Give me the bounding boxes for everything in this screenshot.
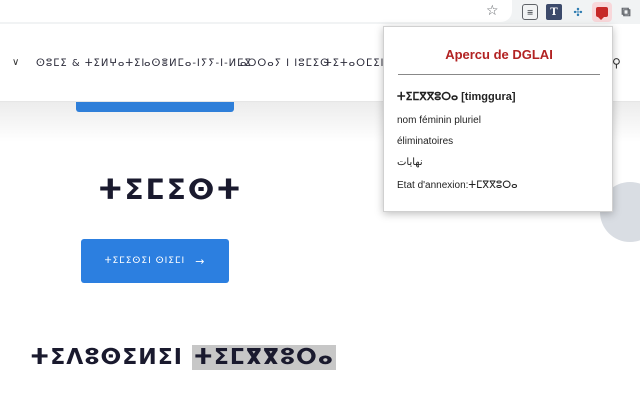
popup-divider [398,74,600,75]
nav-item-2[interactable]: ⴰⵙⴻⵍⵎⴰ-ⵏⵢⵢ-ⵏ-ⵍⵎⵉ [144,58,252,69]
popup-title: Apercu de DGLAI [445,47,553,62]
arrow-right-icon: → [195,254,206,268]
entry-title-prefix: ⵜⵉⴷⵓⵙⵉⵍⵉⵏ [30,345,183,370]
puzzle-icon[interactable]: ⧉ [618,4,634,20]
network-icon[interactable]: ✣ [570,4,586,20]
popup-gloss-ar: نهايات [397,157,423,168]
cta-button[interactable]: ⵜⵉⵎⵉⵙⵉⵏ ⵙⵏⵉⵎⵏ → [81,239,229,283]
cta-label: ⵜⵉⵎⵉⵙⵉⵏ ⵙⵏⵉⵎⵏ [104,256,186,266]
address-bar[interactable] [0,0,512,22]
nav-item-1[interactable]: ⵙⵓⵎⵉ & ⵜⵉⵍⵖⴰⵜⵉⵏ [36,58,145,69]
popup-category: nom féminin pluriel [397,115,481,126]
nav-item-3[interactable]: ⴰⵔⵔⴰⵢ ⵏ ⵏⵓⵎⵉⵙ [240,58,330,69]
chevron-down-icon[interactable]: ∨ [12,57,19,68]
page-heading: ⵜⵉⵎⵉⵙⵜ [98,173,243,206]
popup-word: ⵜⵉⵎⴳⴳⵓⵔⴰ [timggura] [397,91,516,103]
dglai-extension-icon[interactable] [592,2,612,22]
dictionary-icon[interactable]: T [546,4,562,20]
selected-word[interactable]: ⵜⵉⵎⴳⴳⵓⵔⴰ [191,345,336,370]
translate-icon[interactable]: ≡ [522,4,538,20]
popup-annexion: Etat d'annexion:ⵜⵎⴳⴳⵓⵔⴰ [397,180,518,191]
popup-gloss-fr: éliminatoires [397,136,454,147]
browser-toolbar: ☆ ≡ T ✣ ⧉ [0,0,640,24]
hero-top-button[interactable] [76,102,234,112]
entry-title: ⵜⵉⴷⵓⵙⵉⵍⵉⵏ ⵜⵉⵎⴳⴳⵓⵔⴰ [30,345,336,370]
dglai-popup: Apercu de DGLAI ⵜⵉⵎⴳⴳⵓⵔⴰ [timggura] nom … [383,26,613,212]
bookmark-star-icon[interactable]: ☆ [486,3,499,19]
